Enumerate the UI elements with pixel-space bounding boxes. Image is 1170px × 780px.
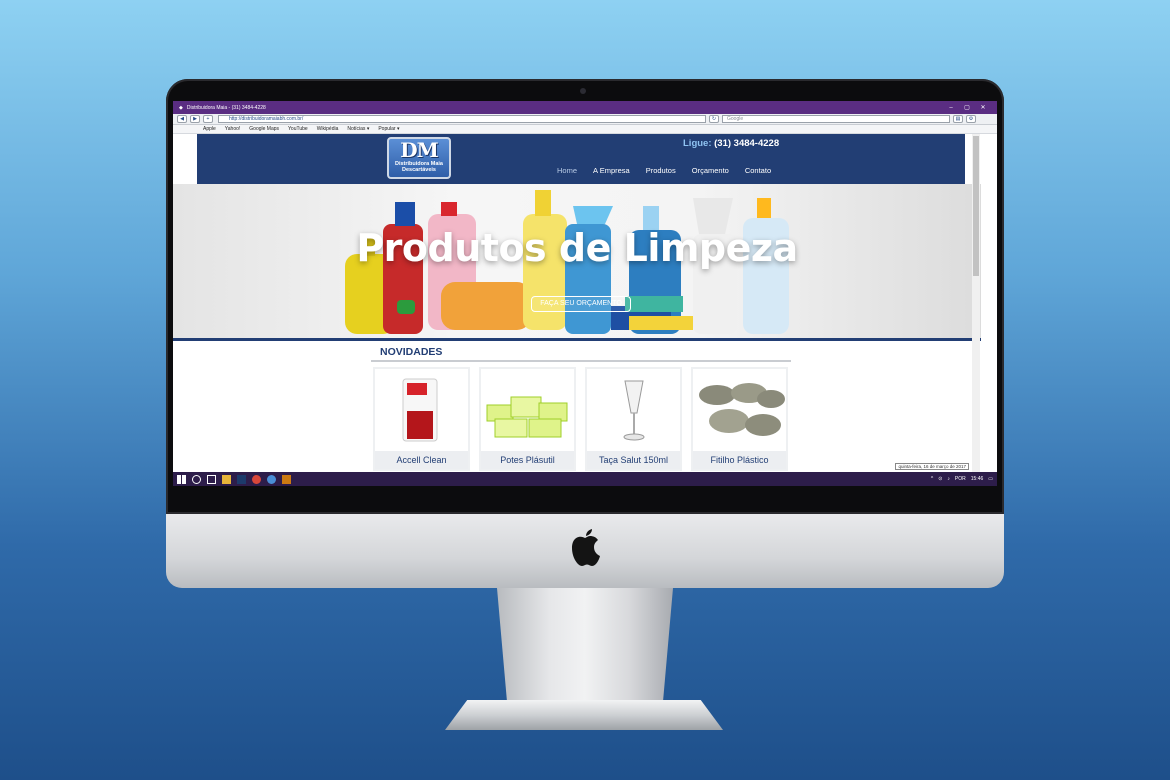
maximize-icon[interactable]: ▢ bbox=[959, 104, 975, 111]
menu-item-produtos[interactable]: Produtos bbox=[646, 166, 676, 175]
monitor-foot bbox=[445, 700, 723, 730]
window-title: Distribuidora Maia - (31) 3484-4228 bbox=[186, 104, 266, 111]
back-icon[interactable]: ◀ bbox=[177, 115, 187, 123]
forward-icon[interactable]: ▶ bbox=[190, 115, 200, 123]
monitor-stand bbox=[497, 588, 673, 708]
bookmark-item[interactable]: Apple bbox=[203, 126, 216, 132]
task-view-icon[interactable] bbox=[207, 474, 216, 484]
logo-line-2: Descartáveis bbox=[402, 167, 436, 173]
product-name: Accell Clean bbox=[375, 451, 468, 469]
illustrator-icon[interactable] bbox=[282, 474, 291, 484]
main-menu: Home A Empresa Produtos Orçamento Contat… bbox=[557, 166, 771, 175]
hero-banner: Produtos de Limpeza FAÇA SEU ORÇAMENTO bbox=[173, 184, 981, 338]
taskbar: ^ ⊙ ♪ POR 15:46 ▭ bbox=[173, 472, 997, 486]
settings-icon[interactable]: ⚙ bbox=[966, 115, 976, 123]
windows-start-icon[interactable] bbox=[177, 474, 186, 484]
system-tray: ^ ⊙ ♪ POR 15:46 ▭ bbox=[931, 476, 993, 482]
menu-item-orcamento[interactable]: Orçamento bbox=[692, 166, 729, 175]
close-icon[interactable]: ✕ bbox=[975, 104, 991, 111]
phone-label: Ligue: bbox=[683, 138, 712, 149]
section-title: NOVIDADES bbox=[380, 346, 443, 358]
site-logo[interactable]: DM Distribuidora Maia Descartáveis bbox=[387, 137, 451, 179]
address-bar[interactable]: http://distribuidoramaiabh.com.br/ bbox=[218, 115, 706, 123]
bookmark-item[interactable]: Notícias ▾ bbox=[347, 126, 369, 132]
bookmark-item[interactable]: Popular ▾ bbox=[378, 126, 399, 132]
product-name: Taça Salut 150ml bbox=[587, 451, 680, 469]
bookmark-item[interactable]: YouTube bbox=[288, 126, 308, 132]
scrollbar-thumb[interactable] bbox=[973, 136, 979, 276]
browser-title-bar: ◆ Distribuidora Maia - (31) 3484-4228 – … bbox=[173, 101, 997, 114]
bookmark-item[interactable]: Yahoo! bbox=[225, 126, 240, 132]
clock[interactable]: 15:46 bbox=[971, 476, 984, 482]
bookmarks-bar: Apple Yahoo! Google Maps YouTube Wikipéd… bbox=[173, 125, 997, 134]
monitor-chin bbox=[166, 514, 1004, 588]
phone-number: (31) 3484-4228 bbox=[714, 138, 780, 149]
hero-title: Produtos de Limpeza bbox=[356, 226, 798, 270]
product-name: Fitilho Plástico bbox=[693, 451, 786, 469]
volume-icon[interactable]: ♪ bbox=[947, 476, 950, 482]
search-input[interactable]: Google bbox=[722, 115, 950, 123]
camera-icon bbox=[580, 88, 586, 94]
bookmark-item[interactable]: Wikipédia bbox=[317, 126, 339, 132]
product-name: Potes Plásutil bbox=[481, 451, 574, 469]
divider bbox=[173, 338, 981, 341]
bookmark-item[interactable]: Google Maps bbox=[249, 126, 279, 132]
product-card[interactable]: Potes Plásutil bbox=[479, 367, 576, 471]
photoshop-icon[interactable] bbox=[237, 474, 246, 484]
date-tooltip: quinta-feira, 16 de março de 2017 bbox=[895, 463, 969, 470]
product-image bbox=[623, 380, 645, 441]
add-bookmark-icon[interactable]: + bbox=[203, 115, 213, 123]
phone-contact: Ligue: (31) 3484-4228 bbox=[683, 138, 779, 149]
product-image bbox=[486, 396, 568, 438]
site-header: DM Distribuidora Maia Descartáveis Ligue… bbox=[197, 134, 965, 184]
apple-logo-icon bbox=[572, 529, 600, 566]
network-icon[interactable]: ⊙ bbox=[938, 476, 942, 482]
menu-item-contato[interactable]: Contato bbox=[745, 166, 771, 175]
menu-item-home[interactable]: Home bbox=[557, 166, 577, 175]
file-explorer-icon[interactable] bbox=[222, 474, 231, 484]
language-indicator[interactable]: POR bbox=[955, 476, 966, 482]
quote-button[interactable]: FAÇA SEU ORÇAMENTO bbox=[531, 296, 631, 312]
page-menu-icon[interactable]: ▤ bbox=[953, 115, 963, 123]
product-image bbox=[402, 378, 438, 442]
notification-icon[interactable]: ▭ bbox=[988, 476, 993, 482]
scrollbar[interactable] bbox=[972, 134, 980, 483]
screen: ◆ Distribuidora Maia - (31) 3484-4228 – … bbox=[173, 101, 997, 486]
product-card[interactable]: Taça Salut 150ml bbox=[585, 367, 682, 471]
product-image bbox=[699, 383, 785, 436]
chrome-icon[interactable] bbox=[252, 474, 261, 484]
search-icon[interactable] bbox=[192, 474, 201, 484]
minimize-icon[interactable]: – bbox=[943, 105, 959, 111]
product-card[interactable]: Fitilho Plástico bbox=[691, 367, 788, 471]
divider bbox=[371, 360, 791, 362]
browser-icon[interactable] bbox=[267, 474, 276, 484]
chevron-up-icon[interactable]: ^ bbox=[931, 476, 933, 482]
product-card[interactable]: Accell Clean bbox=[373, 367, 470, 471]
browser-toolbar: ◀ ▶ + http://distribuidoramaiabh.com.br/… bbox=[173, 114, 997, 125]
reload-icon[interactable]: ↻ bbox=[709, 115, 719, 123]
logo-mark: DM bbox=[400, 138, 438, 162]
web-page: DM Distribuidora Maia Descartáveis Ligue… bbox=[173, 134, 997, 483]
menu-item-empresa[interactable]: A Empresa bbox=[593, 166, 630, 175]
